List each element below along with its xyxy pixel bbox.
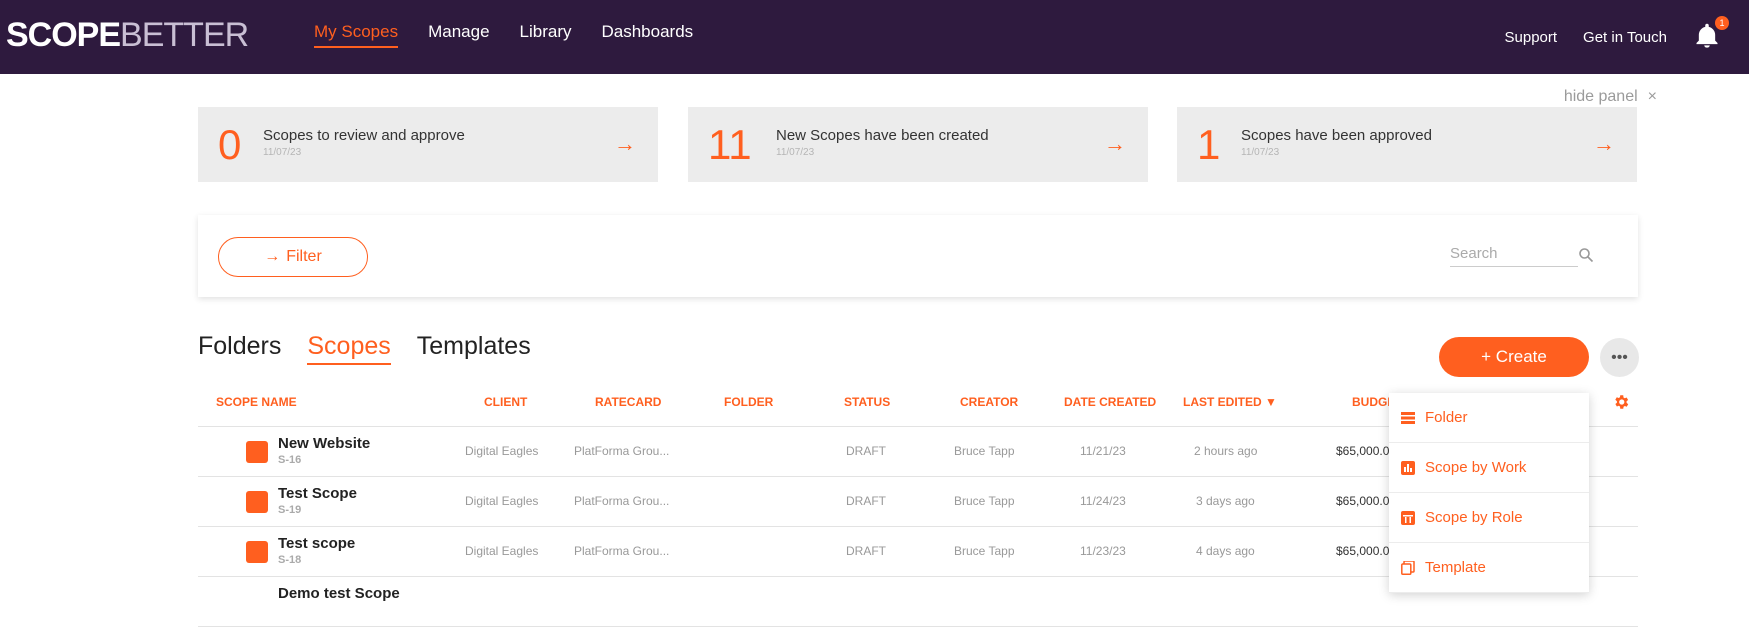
search-input[interactable]: Search <box>1450 245 1578 267</box>
menu-item-folder[interactable]: Folder <box>1389 393 1589 443</box>
top-navigation-bar: SCOPEBETTER My Scopes Manage Library Das… <box>0 0 1749 74</box>
column-header-scope-name[interactable]: Scope Name <box>216 395 297 409</box>
column-header-ratecard[interactable]: Ratecard <box>595 395 661 409</box>
filter-button[interactable]: → Filter <box>218 237 368 277</box>
nav-dashboards[interactable]: Dashboards <box>602 22 694 48</box>
notifications-button[interactable]: 1 <box>1693 22 1723 52</box>
date-created-cell: 11/21/23 <box>1080 444 1126 458</box>
ratecard-cell: PlatForma Grou... <box>574 444 669 458</box>
budget-cell: $65,000.0 <box>1336 444 1389 458</box>
get-in-touch-link[interactable]: Get in Touch <box>1583 29 1667 46</box>
summary-date: 11/07/23 <box>1241 147 1279 158</box>
search-icon[interactable] <box>1578 247 1594 263</box>
last-edited-cell: 3 days ago <box>1196 494 1255 508</box>
logo[interactable]: SCOPEBETTER <box>6 16 248 55</box>
table-icon <box>1401 511 1415 525</box>
ratecard-cell: PlatForma Grou... <box>574 544 669 558</box>
summary-card-review[interactable]: 0 Scopes to review and approve 11/07/23 … <box>198 107 658 182</box>
hide-panel-toggle[interactable]: hide panel × <box>1564 88 1657 106</box>
date-created-cell: 11/24/23 <box>1080 494 1126 508</box>
copy-icon <box>1401 561 1415 575</box>
arrow-right-icon: → <box>264 248 280 266</box>
gear-icon[interactable] <box>1612 393 1630 411</box>
main-nav: My Scopes Manage Library Dashboards <box>314 22 693 48</box>
menu-item-template[interactable]: Template <box>1389 543 1589 593</box>
tab-templates[interactable]: Templates <box>417 332 531 365</box>
menu-item-scope-by-role[interactable]: Scope by Role <box>1389 493 1589 543</box>
arrow-right-icon: → <box>1104 131 1126 157</box>
status-cell: DRAFT <box>846 494 886 508</box>
scope-by-work-icon <box>246 541 268 563</box>
tab-scopes[interactable]: Scopes <box>307 332 390 365</box>
status-cell: DRAFT <box>846 544 886 558</box>
column-header-folder[interactable]: Folder <box>724 395 773 409</box>
column-header-creator[interactable]: Creator <box>960 395 1018 409</box>
summary-card-created[interactable]: 11 New Scopes have been created 11/07/23… <box>688 107 1148 182</box>
menu-item-scope-by-work[interactable]: Scope by Work <box>1389 443 1589 493</box>
scope-by-role-icon <box>246 441 268 463</box>
nav-manage[interactable]: Manage <box>428 22 489 48</box>
creator-cell: Bruce Tapp <box>954 444 1015 458</box>
nav-library[interactable]: Library <box>520 22 572 48</box>
column-header-last-edited[interactable]: Last Edited ▼ <box>1183 395 1277 409</box>
view-tabs: Folders Scopes Templates <box>198 332 531 365</box>
support-link[interactable]: Support <box>1505 29 1558 46</box>
scope-id: S-19 <box>278 504 301 516</box>
last-edited-cell: 2 hours ago <box>1194 444 1257 458</box>
column-header-status[interactable]: Status <box>844 395 890 409</box>
menu-item-label: Folder <box>1425 409 1468 426</box>
creator-cell: Bruce Tapp <box>954 494 1015 508</box>
close-icon: × <box>1648 88 1657 106</box>
tab-folders[interactable]: Folders <box>198 332 281 365</box>
summary-count: 1 <box>1197 121 1220 169</box>
summary-card-approved[interactable]: 1 Scopes have been approved 11/07/23 → <box>1177 107 1637 182</box>
menu-item-label: Template <box>1425 559 1486 576</box>
scope-by-work-icon <box>246 491 268 513</box>
arrow-right-icon: → <box>1593 131 1615 157</box>
ratecard-cell: PlatForma Grou... <box>574 494 669 508</box>
status-cell: DRAFT <box>846 444 886 458</box>
filter-button-label: Filter <box>286 248 322 266</box>
date-created-cell: 11/23/23 <box>1080 544 1126 558</box>
summary-count: 0 <box>218 121 241 169</box>
summary-date: 11/07/23 <box>776 147 814 158</box>
logo-scope-text: SCOPE <box>6 16 120 54</box>
filter-bar: → Filter Search <box>198 215 1638 297</box>
summary-count: 11 <box>708 121 752 169</box>
last-edited-cell: 4 days ago <box>1196 544 1255 558</box>
summary-label: Scopes to review and approve <box>263 127 465 144</box>
scope-name[interactable]: Test Scope <box>278 485 357 502</box>
creator-cell: Bruce Tapp <box>954 544 1015 558</box>
create-dropdown-menu: Folder Scope by Work Scope by Role Templ… <box>1389 393 1589 593</box>
arrow-right-icon: → <box>614 131 636 157</box>
budget-cell: $65,000.0 <box>1336 544 1389 558</box>
menu-item-label: Scope by Role <box>1425 509 1523 526</box>
more-options-button[interactable]: ••• <box>1600 338 1639 377</box>
list-icon <box>1401 411 1415 425</box>
client-cell: Digital Eagles <box>465 544 538 558</box>
nav-my-scopes[interactable]: My Scopes <box>314 22 398 48</box>
scope-name[interactable]: New Website <box>278 435 370 452</box>
notification-badge: 1 <box>1715 16 1729 30</box>
column-header-client[interactable]: Client <box>484 395 527 409</box>
client-cell: Digital Eagles <box>465 444 538 458</box>
create-button[interactable]: + Create <box>1439 337 1589 377</box>
hide-panel-label: hide panel <box>1564 88 1638 106</box>
bar-chart-icon <box>1401 461 1415 475</box>
scope-id: S-18 <box>278 554 301 566</box>
scope-name[interactable]: Test scope <box>278 535 355 552</box>
top-right-actions: Support Get in Touch 1 <box>1505 22 1749 52</box>
column-header-date-created[interactable]: Date Created <box>1064 395 1156 409</box>
summary-date: 11/07/23 <box>263 147 301 158</box>
menu-item-label: Scope by Work <box>1425 459 1526 476</box>
summary-label: Scopes have been approved <box>1241 127 1432 144</box>
scope-id: S-16 <box>278 454 301 466</box>
summary-label: New Scopes have been created <box>776 127 989 144</box>
logo-better-text: BETTER <box>120 16 248 54</box>
budget-cell: $65,000.0 <box>1336 494 1389 508</box>
scope-name[interactable]: Demo test Scope <box>278 585 400 602</box>
client-cell: Digital Eagles <box>465 494 538 508</box>
